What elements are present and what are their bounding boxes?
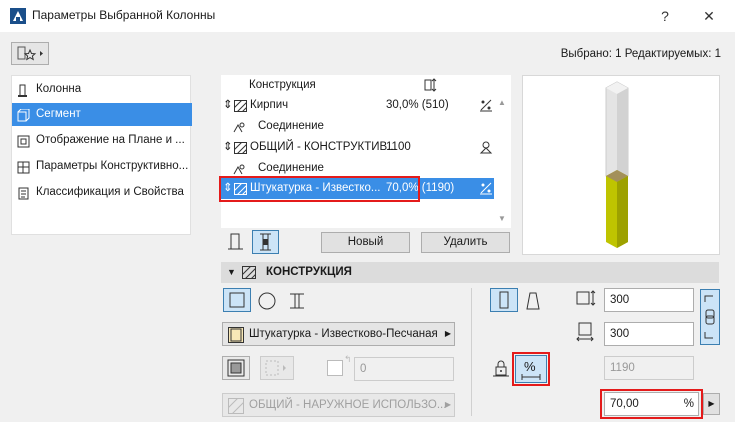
help-button[interactable]: ? [650, 4, 680, 28]
dropdown-arrow-icon: ▶ [444, 400, 451, 409]
segment-list: Конструкция ⇕ Кирпич 30,0% (510) Соедине… [221, 75, 511, 228]
nav-item-label: Колонна [36, 83, 82, 95]
list-header-name: Конструкция [249, 79, 316, 91]
list-header: Конструкция [249, 75, 489, 95]
dropdown-arrow-icon: ▶ [444, 329, 451, 338]
segment-mode-button[interactable] [252, 230, 279, 254]
depth-icon [576, 322, 598, 345]
nav-item-structural[interactable]: Параметры Конструктивно... [12, 155, 192, 178]
nav-item-segment[interactable]: Сегмент [12, 103, 192, 126]
percent-menu-button[interactable]: ▶ [703, 393, 720, 415]
core-thickness-field[interactable]: 0 [354, 357, 454, 381]
core-icon [227, 359, 245, 377]
width-field[interactable]: 300 [604, 288, 694, 312]
chain-link-icon [704, 295, 715, 339]
drag-handle-icon[interactable]: ⇕ [223, 95, 233, 115]
building-material-dropdown[interactable]: ОБЩИЙ - НАРУЖНОЕ ИСПОЛЬЗО... ▶ [222, 393, 455, 417]
joint-name: Соединение [258, 162, 324, 174]
collapse-arrow-icon[interactable]: ▼ [227, 262, 236, 283]
column-mode-button[interactable] [222, 230, 249, 254]
segment-icon [17, 108, 30, 122]
list-item[interactable]: Соединение [221, 158, 496, 178]
list-scrollbar[interactable]: ▲ ▼ [494, 94, 510, 228]
core-pattern-icon [265, 360, 286, 376]
material-dropdown[interactable]: Штукатурка - Известково-Песчаная ▶ [222, 322, 455, 346]
joint-name: Соединение [258, 120, 324, 132]
circle-shape-button[interactable] [256, 290, 278, 315]
core-pattern-button[interactable] [260, 356, 294, 380]
archicad-app-icon [10, 8, 26, 24]
highlight-frame [512, 352, 550, 386]
straight-segment-button[interactable] [490, 288, 518, 312]
highlight-frame [600, 389, 703, 419]
tapered-segment-icon [526, 292, 540, 310]
window-title: Параметры Выбранной Колонны [32, 8, 216, 22]
vertical-divider [471, 288, 472, 416]
list-item[interactable]: ⇕ Кирпич 30,0% (510) [221, 95, 496, 115]
segment-value: 1100 [386, 141, 411, 153]
material-dropdown-label: Штукатурка - Известково-Песчаная [249, 328, 438, 340]
building-material-label: ОБЩИЙ - НАРУЖНОЕ ИСПОЛЬЗО... [249, 399, 447, 411]
structural-icon [17, 160, 30, 174]
profile-shape-button[interactable] [286, 290, 308, 315]
height-readonly-field: 1190 [604, 356, 694, 380]
circle-icon [258, 292, 276, 310]
segment-value: 30,0% (510) [386, 99, 449, 111]
nav-item-column[interactable]: Колонна [12, 78, 192, 101]
link-proportions-toggle[interactable] [700, 289, 720, 345]
3d-preview [522, 75, 720, 255]
nav-item-floorplan[interactable]: Отображение на Плане и ... [12, 129, 192, 152]
rectangle-shape-button[interactable] [223, 288, 251, 312]
lock-icon[interactable] [492, 359, 510, 380]
width-icon [576, 290, 598, 311]
material-swatch-icon [228, 327, 244, 345]
favorites-button[interactable] [11, 42, 49, 65]
hatch-icon [241, 265, 257, 287]
building-material-icon [227, 397, 245, 416]
selection-info: Выбрано: 1 Редактируемых: 1 [560, 48, 721, 60]
new-segment-button[interactable]: Новый [321, 232, 410, 253]
classification-icon [17, 186, 30, 200]
drag-handle-icon[interactable]: ⇕ [223, 137, 233, 157]
nav-item-label: Параметры Конструктивно... [36, 160, 189, 172]
settings-nav: Колонна Сегмент Отображение на Плане и .… [11, 75, 192, 235]
depth-field[interactable]: 300 [604, 322, 694, 346]
core-toggle-button[interactable] [222, 356, 250, 380]
rectangle-icon [229, 292, 245, 308]
percent-segment-icon [479, 181, 493, 203]
core-checkbox[interactable] [327, 360, 343, 376]
construction-section-header[interactable]: ▼ КОНСТРУКЦИЯ [221, 262, 719, 283]
close-button[interactable]: ✕ [694, 4, 724, 28]
straight-segment-icon [499, 291, 509, 309]
column-preview-graphic [605, 81, 629, 248]
nav-item-classification[interactable]: Классификация и Свойства [12, 181, 192, 204]
favorites-star-icon [17, 46, 43, 61]
segment-name: Кирпич [250, 99, 289, 111]
tapered-segment-button[interactable] [522, 290, 544, 315]
i-beam-icon [290, 293, 304, 309]
floorplan-icon [17, 134, 30, 148]
highlight-frame [219, 176, 420, 202]
segment-name: ОБЩИЙ - КОНСТРУКТИВ... [250, 141, 397, 153]
nav-item-label: Классификация и Свойства [36, 186, 184, 198]
column-icon [17, 83, 30, 97]
nav-item-label: Отображение на Плане и ... [36, 134, 185, 146]
scroll-down-icon[interactable]: ▼ [498, 214, 506, 223]
list-item[interactable]: Соединение [221, 116, 496, 136]
scroll-up-icon[interactable]: ▲ [498, 98, 506, 107]
nav-item-label: Сегмент [36, 108, 81, 120]
segment-mode-icon [260, 233, 271, 251]
core-arrow-icon: ↰ [344, 354, 352, 364]
delete-segment-button[interactable]: Удалить [421, 232, 510, 253]
list-item[interactable]: ⇕ ОБЩИЙ - КОНСТРУКТИВ... 1100 [221, 137, 496, 157]
section-title: КОНСТРУКЦИЯ [266, 266, 352, 278]
